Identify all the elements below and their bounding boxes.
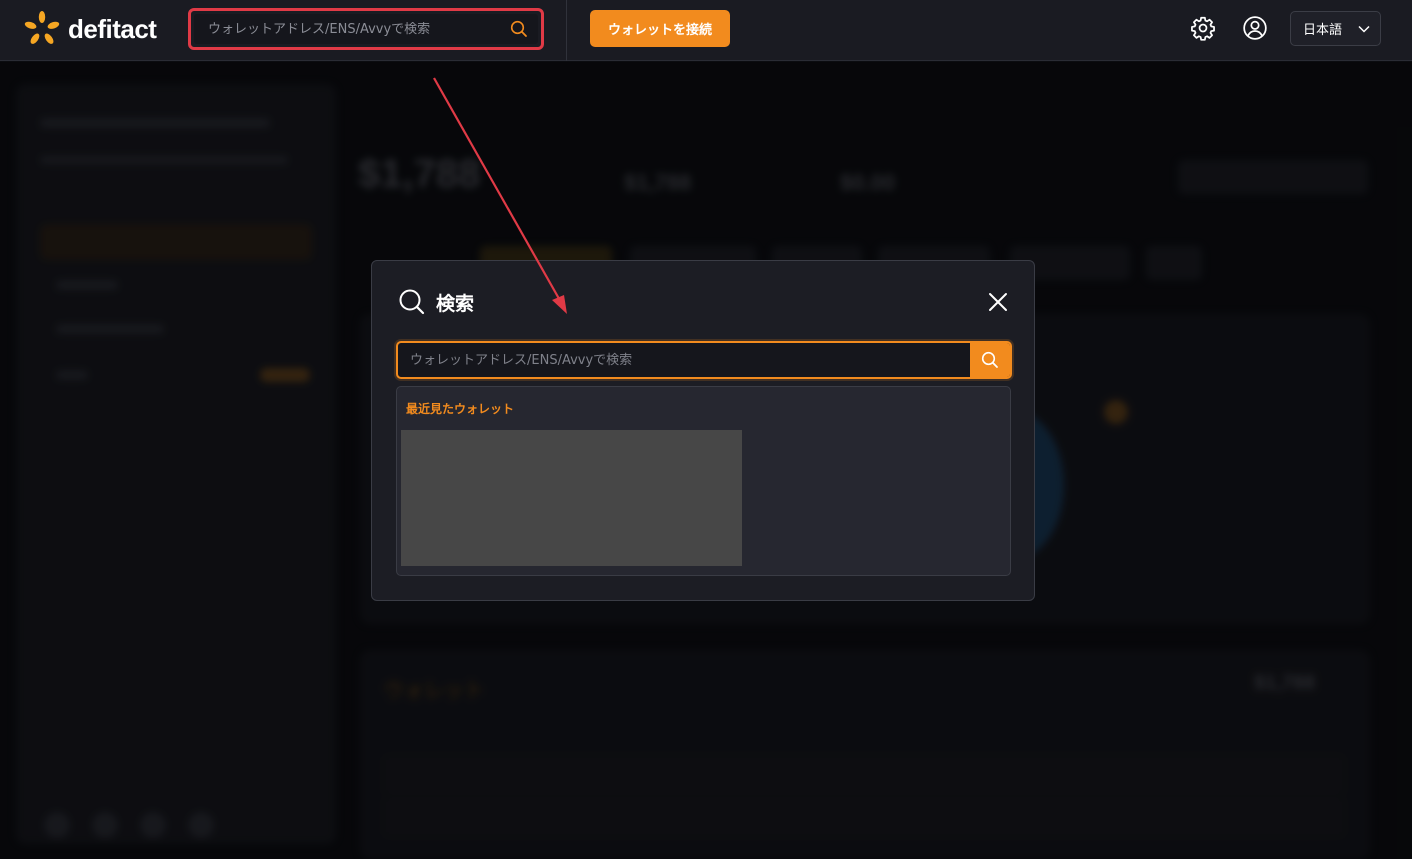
- chevron-down-icon: [1358, 25, 1370, 33]
- search-icon: [399, 289, 425, 315]
- account-button[interactable]: [1241, 14, 1269, 42]
- header-divider: [566, 0, 567, 61]
- header-search-highlight: [188, 8, 544, 50]
- language-select[interactable]: 日本語: [1290, 11, 1381, 46]
- settings-button[interactable]: [1189, 14, 1217, 42]
- search-modal: 検索 最近見たウォレット: [371, 260, 1035, 601]
- search-icon[interactable]: [510, 20, 528, 38]
- modal-header: 検索: [398, 287, 474, 317]
- search-icon: [981, 351, 998, 368]
- modal-search-button[interactable]: [970, 343, 1010, 377]
- close-icon: [989, 293, 1007, 311]
- top-navigation-bar: defitact ウォレットを接続 日本語: [0, 0, 1412, 61]
- gear-icon: [1191, 16, 1215, 41]
- header-search: [194, 14, 538, 44]
- brand-logo[interactable]: defitact: [24, 10, 157, 48]
- modal-search-field: [396, 341, 1012, 379]
- connect-wallet-button[interactable]: ウォレットを接続: [590, 10, 730, 47]
- recent-wallets-list-redacted: [401, 430, 742, 566]
- modal-title: 検索: [436, 292, 475, 315]
- recent-wallets-panel: 最近見たウォレット: [396, 386, 1011, 576]
- close-button[interactable]: [985, 289, 1011, 315]
- brand-name: defitact: [68, 13, 157, 44]
- header-search-input[interactable]: [208, 21, 510, 37]
- language-label: 日本語: [1303, 23, 1343, 38]
- user-circle-icon: [1243, 16, 1267, 40]
- modal-search-input[interactable]: [398, 343, 970, 377]
- logo-icon: [24, 11, 60, 44]
- recent-wallets-title: 最近見たウォレット: [406, 402, 515, 416]
